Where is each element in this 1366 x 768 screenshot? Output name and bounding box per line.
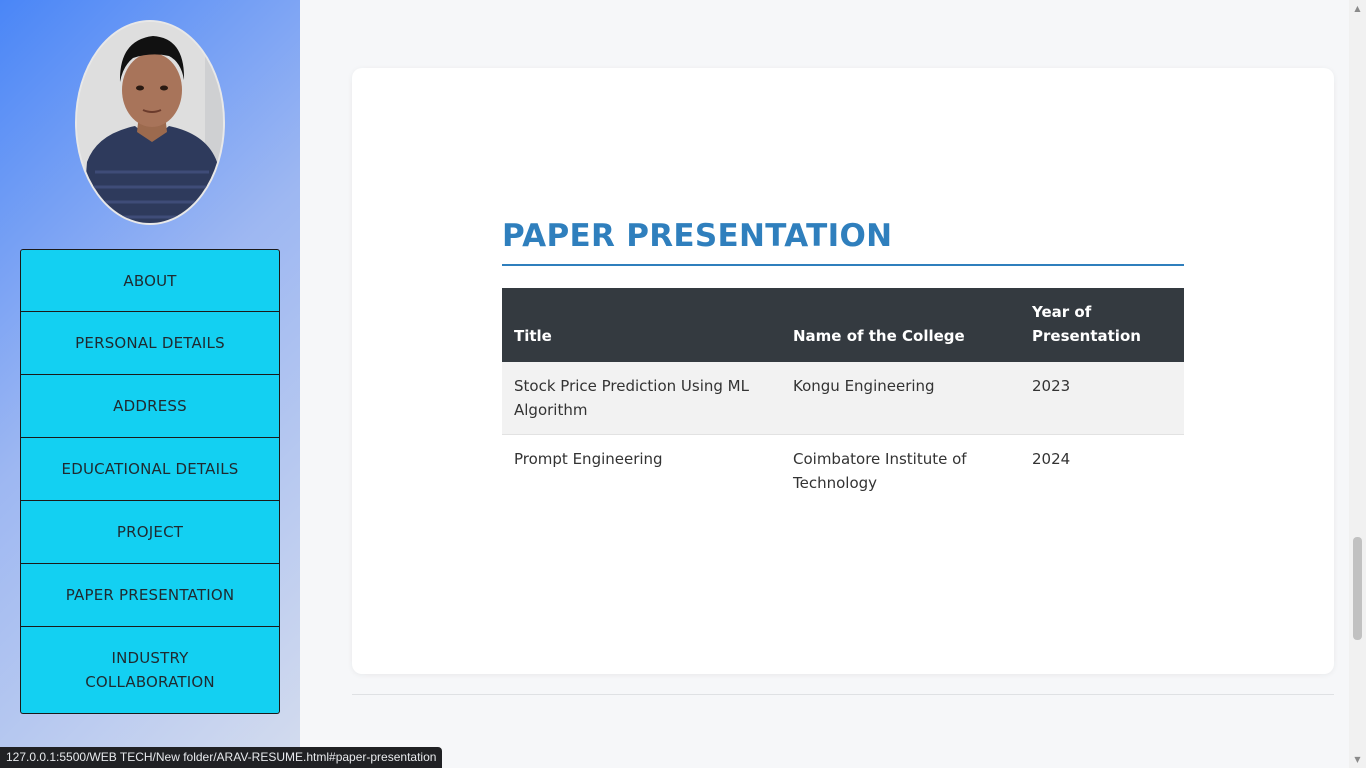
table-row: Stock Price Prediction Using ML Algorith… — [502, 362, 1184, 435]
nav-item-industry-collaboration[interactable]: INDUSTRY COLLABORATION — [20, 627, 280, 714]
table-row: Prompt Engineering Coimbatore Institute … — [502, 435, 1184, 508]
page-scrollbar[interactable]: ▲ ▼ — [1349, 0, 1366, 768]
section-divider — [352, 694, 1334, 695]
scroll-down-arrow-icon[interactable]: ▼ — [1349, 751, 1366, 768]
column-header-college: Name of the College — [793, 327, 965, 345]
column-header-year: Year of Presentation — [1032, 303, 1141, 345]
scroll-up-arrow-icon[interactable]: ▲ — [1349, 0, 1366, 17]
paper-presentation-card: PAPER PRESENTATION Title Name of the Col… — [352, 68, 1334, 674]
profile-photo — [75, 20, 225, 225]
cell-college: Kongu Engineering — [793, 377, 935, 395]
table-header-row: Title Name of the College Year of Presen… — [502, 288, 1184, 362]
nav-item-address[interactable]: ADDRESS — [20, 375, 280, 438]
column-header-title: Title — [514, 327, 552, 345]
section-heading: PAPER PRESENTATION — [502, 218, 1184, 266]
nav-item-educational-details[interactable]: EDUCATIONAL DETAILS — [20, 438, 280, 501]
section-nav: ABOUT PERSONAL DETAILS ADDRESS EDUCATION… — [20, 249, 280, 714]
nav-item-personal-details[interactable]: PERSONAL DETAILS — [20, 312, 280, 375]
cell-year: 2024 — [1032, 450, 1071, 468]
cell-year: 2023 — [1032, 377, 1071, 395]
nav-item-project[interactable]: PROJECT — [20, 501, 280, 564]
nav-item-paper-presentation[interactable]: PAPER PRESENTATION — [20, 564, 280, 627]
cell-college: Coimbatore Institute of Technology — [793, 450, 967, 492]
cell-title: Prompt Engineering — [514, 450, 663, 468]
nav-item-about[interactable]: ABOUT — [20, 249, 280, 312]
sidebar: ABOUT PERSONAL DETAILS ADDRESS EDUCATION… — [0, 0, 300, 768]
cell-title: Stock Price Prediction Using ML Algorith… — [514, 377, 749, 419]
paper-presentation-table: Title Name of the College Year of Presen… — [502, 288, 1184, 507]
scrollbar-thumb[interactable] — [1353, 537, 1362, 640]
browser-status-bar: 127.0.0.1:5500/WEB TECH/New folder/ARAV-… — [0, 747, 443, 768]
